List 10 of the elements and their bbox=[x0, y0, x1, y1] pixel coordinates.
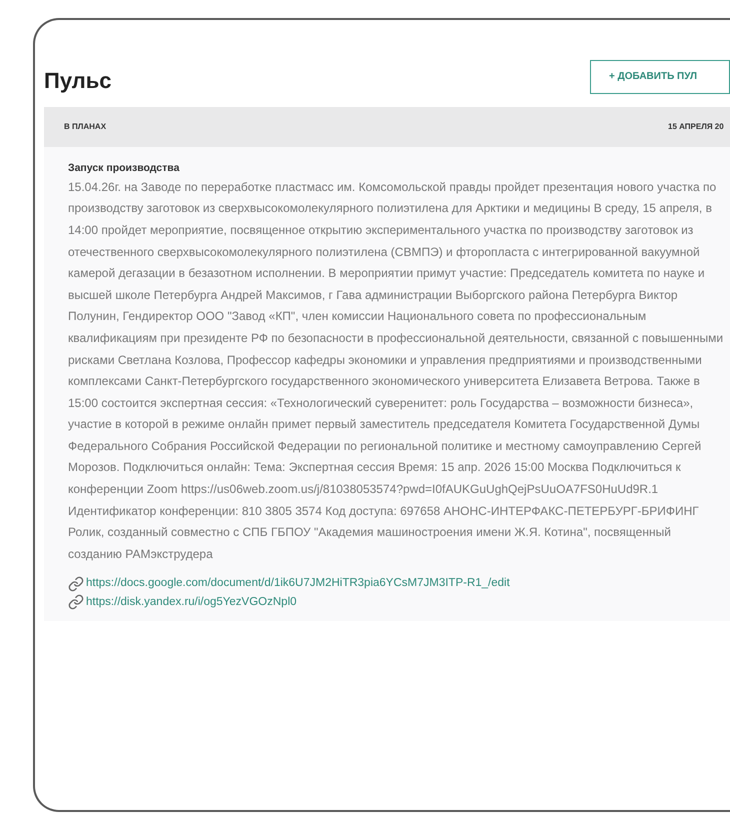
link-icon bbox=[68, 576, 84, 592]
add-button[interactable]: + ДОБАВИТЬ ПУЛ bbox=[590, 60, 730, 94]
event-heading: Запуск производства bbox=[68, 161, 180, 176]
link-icon bbox=[68, 594, 84, 610]
event-description: 15.04.26г. на Заводе по переработке пластмасс им. Комсомольской правды пройдет презентация нового участка по производству заготовок из сверхвысокомолекулярного полиэтилена для Арктики и медицины В среду, 15 апреля, в 14:00 пройдет мероприятие, посвященное открытию экспериментального участка по производству заготовок из отечественного сверхвысокомолекулярного полиэтилена (СВМПЭ) и фторопласта с интегрированной вакуумной камерой дегазации в безазотном исполнении. В мероприятии примут участие: Председатель комитета по науке и высшей школе Петербурга Андрей Максимов, г Гава администрации Выборгского района Петербурга Виктор Полунин, Гендиректор ООО "Завод «КП", член комиссии Национального совета по профессиональным квалификациям при президенте РФ по безопасности в профессиональной деятельности, связанной с повышенными рисками Светлана Козлова, Профессор кафедры экономики и управления предприятиями и производственными комплексами Санкт-Петербургского государственного экономического университета Елизавета Ветрова. Также в 15:00 состоится экспертная сессия: «Технологический суверенитет: роль Государства – возможности бизнеса», участие в которой в режиме онлайн примет первый заместитель председателя Комитета Государственной Думы Федерального Собрания Российской Федерации по региональной политике и местному самоуправлению Сергей Морозов. Подключиться онлайн: Тема: Экспертная сессия Время: 15 апр. 2026 15:00 Москва Подключиться к конференции Zoom https://us06web.zoom.us/j/81038053574?pwd=I0fAUKGuUghQejPsUuOA7FS0HuUd9R.1 Идентификатор конференции: 810 3805 3574 Код доступа: 697658 АНОНС-ИНТЕРФАКС-ПЕТЕРБУРГ-БРИФИНГ Ролик, созданный совместно с СПБ ГБПОУ "Академия машиностроения имени Ж.Я. Котина", посвященный созданию РАМэкструдера bbox=[68, 178, 724, 563]
event-date: 15 АПРЕЛЯ 20 bbox=[668, 121, 725, 133]
document-link[interactable]: https://docs.google.com/document/d/1ik6U7JM2HiTR3pia6YCsM7JM3ITP-R1_/edit bbox=[86, 575, 510, 593]
page-title: Пульс bbox=[44, 67, 112, 95]
document-link[interactable]: https://disk.yandex.ru/i/og5YezVGOzNpl0 bbox=[86, 594, 297, 611]
status-label: В ПЛАНАХ bbox=[64, 121, 106, 133]
